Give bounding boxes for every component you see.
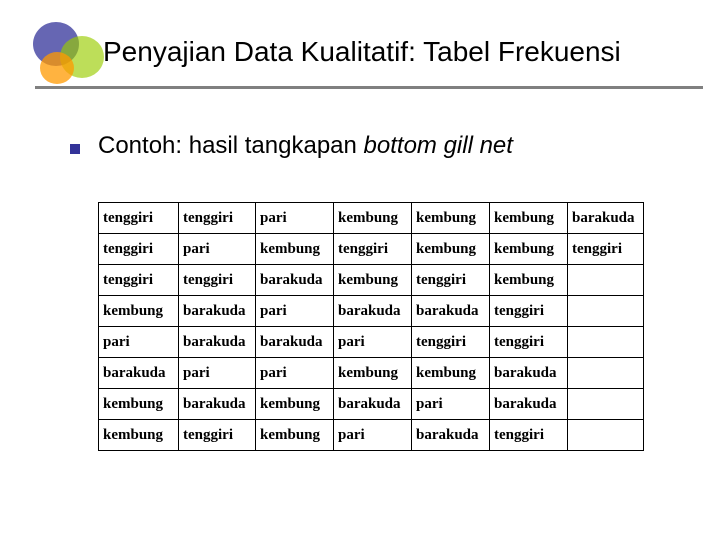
table-cell: pari [256,203,334,234]
table-cell: tenggiri [490,296,568,327]
table-row: tenggiri pari kembung tenggiri kembung k… [99,234,644,265]
table-row: pari barakuda barakuda pari tenggiri ten… [99,327,644,358]
table-cell: tenggiri [490,327,568,358]
table-cell: kembung [490,203,568,234]
table-cell: barakuda [179,327,256,358]
table-cell: pari [334,420,412,451]
table-cell: kembung [334,265,412,296]
table-cell: kembung [334,203,412,234]
table-cell: kembung [412,358,490,389]
bullet-text: Contoh: hasil tangkapan bottom gill net [98,132,513,160]
table-cell: kembung [490,234,568,265]
table-cell: tenggiri [99,203,179,234]
table-cell: kembung [99,389,179,420]
table-cell [568,389,644,420]
table-cell: barakuda [412,296,490,327]
table-cell: pari [256,358,334,389]
decoration-circle-orange [40,52,74,84]
table-cell: barakuda [490,389,568,420]
table-cell: barakuda [490,358,568,389]
table-cell: kembung [99,296,179,327]
table-cell: barakuda [179,389,256,420]
table-cell: kembung [256,234,334,265]
table-cell: tenggiri [179,203,256,234]
table-cell: barakuda [99,358,179,389]
table-cell: tenggiri [99,234,179,265]
table-cell: tenggiri [179,265,256,296]
table-cell [568,327,644,358]
table-row: kembung barakuda kembung barakuda pari b… [99,389,644,420]
table-cell: barakuda [256,327,334,358]
table-cell: tenggiri [99,265,179,296]
slide-title: Penyajian Data Kualitatif: Tabel Frekuen… [103,36,621,68]
table-row: barakuda pari pari kembung kembung barak… [99,358,644,389]
table-cell: pari [412,389,490,420]
table-row: tenggiri tenggiri barakuda kembung tengg… [99,265,644,296]
table-cell: barakuda [412,420,490,451]
table-cell: tenggiri [490,420,568,451]
table-cell [568,420,644,451]
table-cell: tenggiri [412,265,490,296]
table-cell: tenggiri [412,327,490,358]
table-cell: kembung [256,420,334,451]
table-row: kembung barakuda pari barakuda barakuda … [99,296,644,327]
table-cell: barakuda [334,389,412,420]
data-table-body: tenggiri tenggiri pari kembung kembung k… [99,203,644,451]
bullet-item: Contoh: hasil tangkapan bottom gill net [70,132,513,160]
table-cell: pari [334,327,412,358]
table-cell [568,296,644,327]
table-row: tenggiri tenggiri pari kembung kembung k… [99,203,644,234]
table-cell: barakuda [256,265,334,296]
table-cell: pari [99,327,179,358]
table-cell [568,358,644,389]
bullet-text-italic: bottom gill net [364,132,513,159]
table-cell: barakuda [334,296,412,327]
table-cell: barakuda [179,296,256,327]
table-row: kembung tenggiri kembung pari barakuda t… [99,420,644,451]
table-cell: tenggiri [568,234,644,265]
bullet-square-icon [70,144,80,154]
table-cell: pari [179,234,256,265]
slide: Penyajian Data Kualitatif: Tabel Frekuen… [0,0,720,540]
data-table: tenggiri tenggiri pari kembung kembung k… [98,202,644,451]
table-cell: kembung [334,358,412,389]
bullet-text-prefix: Contoh: hasil tangkapan [98,132,364,159]
table-cell: kembung [490,265,568,296]
table-cell: kembung [99,420,179,451]
table-cell: tenggiri [334,234,412,265]
table-cell: kembung [412,234,490,265]
table-cell: pari [179,358,256,389]
table-cell: pari [256,296,334,327]
table-cell: barakuda [568,203,644,234]
table-cell: kembung [256,389,334,420]
title-underline [35,86,703,89]
table-cell: kembung [412,203,490,234]
table-cell [568,265,644,296]
table-cell: tenggiri [179,420,256,451]
data-table-container: tenggiri tenggiri pari kembung kembung k… [98,202,644,451]
